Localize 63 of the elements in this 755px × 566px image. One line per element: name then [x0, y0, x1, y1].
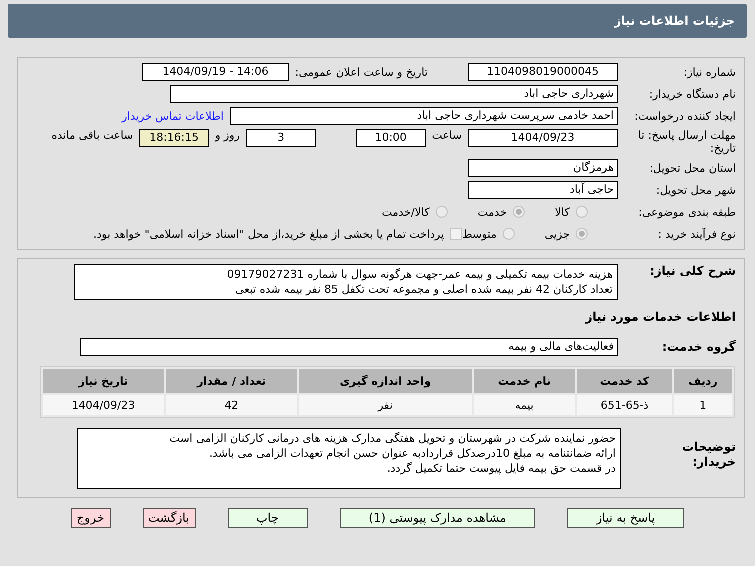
field-label: تاریخ و ساعت اعلان عمومی: [295, 66, 428, 78]
notes-line: ارائه ضمانتنامه به مبلغ 10درصدکل قراردادبه عنوان حسن انجام تعهدات الزامی می باشد. [208, 446, 616, 461]
option-label: کالا [555, 206, 570, 218]
deadline-date-field: 1404/09/23 [468, 129, 618, 147]
radio-button[interactable] [576, 206, 588, 218]
city-field: حاجی آباد [468, 181, 618, 199]
option-label: خدمت [478, 206, 508, 218]
description-line: هزینه خدمات بیمه تکمیلی و بیمه عمر-جهت هرگونه سوال با شماره 09179027231 [226, 267, 613, 282]
table-cell: بیمه [474, 395, 576, 415]
service-group-field: فعالیت‌های مالی و بیمه [80, 338, 618, 356]
buyer-name-field: شهرداری حاجی اباد [170, 85, 618, 103]
field-label: ساعت باقی مانده [52, 129, 134, 142]
column-header: کد خدمت [577, 369, 672, 393]
field-label: شرح کلی نیاز: [649, 264, 736, 278]
field-label: ساعت [432, 129, 462, 142]
buyer-contact-link[interactable]: اطلاعات تماس خریدار [122, 110, 224, 122]
radio-button[interactable] [513, 206, 526, 218]
column-header: ردیف [674, 369, 732, 393]
field-label: نام دستگاه خریدار: [648, 88, 736, 100]
table-cell: 1 [674, 395, 732, 415]
option-label: متوسط [462, 228, 497, 240]
action-button[interactable]: چاپ [228, 508, 308, 528]
table-cell: ذ-65-651 [577, 395, 672, 415]
radio-button[interactable] [436, 206, 448, 218]
radio-button[interactable] [576, 228, 588, 240]
deadline-time-field: 10:00 [356, 129, 426, 147]
column-header: نام خدمت [474, 369, 576, 393]
need-number-field: 1104098019000045 [468, 63, 618, 81]
page-title: جزئیات اطلاعات نیاز [614, 14, 735, 28]
payment-note: پرداخت تمام یا بخشی از مبلغ خرید،از محل "اسناد خزانه اسلامی" خواهد بود. [94, 228, 444, 240]
field-label: استان محل تحویل: [648, 162, 736, 174]
requester-field: احمد خادمی سرپرست شهرداری حاجی اباد [230, 107, 618, 125]
column-header: واحد اندازه گیری [299, 369, 472, 393]
table-cell: 1404/09/23 [43, 395, 164, 415]
field-label: مهلت ارسال پاسخ: تا تاریخ: [637, 129, 736, 155]
remaining-time-field: 18:16:15 [139, 129, 210, 147]
field-label: شهر محل تحویل: [655, 184, 736, 196]
column-header: تعداد / مقدار [166, 369, 298, 393]
option-label: کالا/خدمت [382, 206, 430, 218]
notes-line: در قسمت حق بیمه فایل پیوست حتما تکمیل گردد. [386, 461, 616, 476]
checkbox[interactable] [450, 228, 462, 240]
action-button[interactable]: بازگشت [142, 508, 196, 528]
days-field: 3 [246, 129, 316, 147]
column-header: تاریخ نیاز [43, 369, 164, 393]
field-label: گروه خدمت: [661, 340, 736, 354]
province-field: هرمزگان [468, 159, 618, 177]
field-label: ایجاد کننده درخواست: [634, 110, 736, 122]
section-title: اطلاعات خدمات مورد نیاز [586, 310, 736, 324]
table-cell: نفر [299, 395, 472, 415]
action-button[interactable]: پاسخ به نیاز [567, 508, 684, 528]
action-button[interactable]: خروج [70, 508, 110, 528]
field-label: طبقه بندی موضوعی: [638, 206, 736, 218]
field-label: نوع فرآیند خرید : [657, 228, 736, 240]
table-cell: 42 [166, 395, 298, 415]
field-label: روز و [215, 129, 240, 142]
announce-date-field: 1404/09/19 - 14:06 [142, 63, 290, 81]
option-label: جزیی [544, 228, 570, 240]
action-button[interactable]: مشاهده مدارک پیوستی (1) [340, 508, 536, 528]
field-label: توضیحات خریدار: [681, 440, 736, 470]
description-line: تعداد کارکنان 42 نفر بیمه شده اصلی و مجموعه تحت تکفل 85 نفر بیمه شده تبعی [234, 282, 613, 297]
notes-line: حضور نماینده شرکت در شهرستان و تحویل هفتگی مدارک هزینه های درمانی کارکنان الزامی است [168, 431, 616, 446]
field-label: شماره نیاز: [682, 66, 736, 78]
radio-button[interactable] [502, 228, 515, 240]
